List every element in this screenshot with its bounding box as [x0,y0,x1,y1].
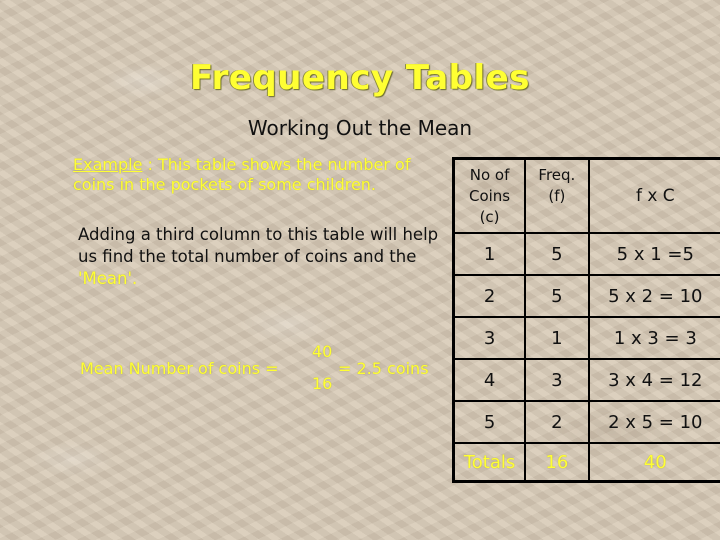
cell-coins: 2 [452,274,527,318]
table-row: 2 5 5 x 2 = 10 [452,274,720,318]
table-row: 3 1 1 x 3 = 3 [452,316,720,360]
table-row: 5 2 2 x 5 = 10 [452,400,720,444]
table-row: 1 5 5 x 1 =5 [452,232,720,276]
cell-product: 1 x 3 = 3 [587,316,720,360]
header-line: (c) [479,207,500,226]
totals-label: Totals [452,442,527,483]
cell-freq: 5 [524,274,590,318]
header-frequency: Freq. (f) [524,157,590,234]
cell-product: 3 x 4 = 12 [587,358,720,402]
explanation-body: Adding a third column to this table will… [78,225,439,266]
mean-highlight: 'Mean' [78,269,133,288]
slide-title: Frequency Tables [190,58,530,98]
table-row: 4 3 3 x 4 = 12 [452,358,720,402]
mean-denominator: 16 [312,374,333,393]
cell-freq: 1 [524,316,590,360]
cell-freq: 2 [524,400,590,444]
header-line: Freq. [538,165,576,184]
explanation-text: Adding a third column to this table will… [78,224,448,290]
frequency-table: No of Coins (c) Freq. (f) f x C 1 5 5 x … [452,157,720,483]
header-line: (f) [548,186,566,205]
mean-formula: Mean Number of coins = 40 16 = 2.5 coins [80,342,450,398]
mean-numerator: 40 [312,342,333,361]
explanation-suffix: . [132,269,138,288]
header-f-times-c: f x C [587,157,720,234]
cell-coins: 3 [452,316,527,360]
mean-result: = 2.5 coins [338,359,429,378]
example-text: Example : This table shows the number of… [73,155,453,195]
totals-row: Totals 16 40 [452,442,720,483]
cell-product: 5 x 1 =5 [587,232,720,276]
header-line: Coins [468,186,511,205]
cell-product: 2 x 5 = 10 [587,400,720,444]
table-header-row: No of Coins (c) Freq. (f) f x C [452,157,720,234]
total-frequency: 16 [524,442,590,483]
mean-formula-label: Mean Number of coins = [80,359,279,378]
cell-coins: 5 [452,400,527,444]
cell-coins: 4 [452,358,527,402]
cell-product: 5 x 2 = 10 [587,274,720,318]
slide-subtitle: Working Out the Mean [247,116,473,140]
example-keyword: Example [73,155,143,174]
header-no-of-coins: No of Coins (c) [452,157,527,234]
header-line: No of [469,165,510,184]
cell-coins: 1 [452,232,527,276]
cell-freq: 5 [524,232,590,276]
total-product: 40 [587,442,720,483]
cell-freq: 3 [524,358,590,402]
